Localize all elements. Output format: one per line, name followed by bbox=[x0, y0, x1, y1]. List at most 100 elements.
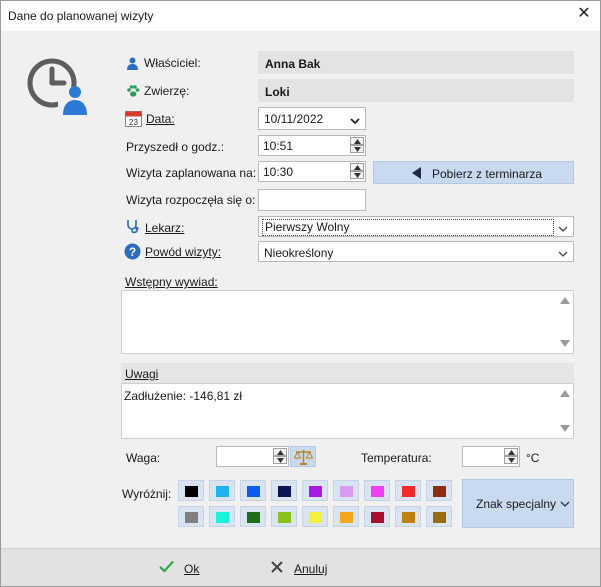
fetch-from-schedule-button[interactable]: Pobierz z terminarza bbox=[373, 161, 574, 184]
color-swatch-fill bbox=[185, 512, 198, 523]
color-swatch[interactable] bbox=[302, 506, 328, 527]
color-swatch[interactable] bbox=[271, 480, 297, 501]
color-swatch-fill bbox=[402, 486, 415, 497]
reason-label: Powód wizyty: bbox=[145, 245, 222, 259]
date-picker[interactable]: 10/11/2022 bbox=[258, 107, 366, 130]
interview-textarea[interactable] bbox=[121, 290, 574, 354]
planned-time-spinner[interactable] bbox=[350, 163, 364, 179]
color-swatch[interactable] bbox=[333, 480, 359, 501]
weight-spinner[interactable] bbox=[273, 448, 287, 464]
color-swatch-fill bbox=[216, 486, 229, 497]
temperature-input[interactable] bbox=[462, 446, 520, 467]
arrived-time-value: 10:51 bbox=[263, 139, 294, 153]
calendar-icon: 23 bbox=[125, 111, 142, 127]
notes-scrollbar[interactable] bbox=[559, 386, 571, 436]
spin-down-icon[interactable] bbox=[273, 456, 287, 464]
window-title: Dane do planowanej wizyty bbox=[8, 9, 154, 23]
color-swatch-fill bbox=[247, 512, 260, 523]
arrived-label: Przyszedł o godz.: bbox=[126, 140, 225, 154]
color-swatch[interactable] bbox=[426, 506, 452, 527]
spin-up-icon[interactable] bbox=[273, 448, 287, 456]
weight-label: Waga: bbox=[126, 451, 161, 465]
color-swatch-fill bbox=[402, 512, 415, 523]
spin-down-icon[interactable] bbox=[350, 171, 364, 179]
color-swatch-fill bbox=[433, 512, 446, 523]
color-swatch-fill bbox=[309, 512, 322, 523]
color-swatch[interactable] bbox=[271, 506, 297, 527]
spin-up-icon[interactable] bbox=[350, 163, 364, 171]
color-swatch-fill bbox=[278, 486, 291, 497]
question-icon: ? bbox=[124, 243, 141, 260]
color-swatch-fill bbox=[433, 486, 446, 497]
started-label: Wizyta rozpoczęła się o: bbox=[126, 193, 256, 207]
doctor-select[interactable]: Pierwszy Wolny bbox=[258, 216, 574, 237]
owner-label: Właściciel: bbox=[144, 56, 201, 70]
spin-down-icon[interactable] bbox=[350, 145, 364, 153]
chevron-down-icon bbox=[350, 118, 360, 125]
color-swatch[interactable] bbox=[240, 480, 266, 501]
scale-icon bbox=[294, 450, 313, 465]
scroll-down-icon[interactable] bbox=[560, 340, 570, 347]
weight-input[interactable] bbox=[216, 446, 289, 467]
reason-select[interactable]: Nieokreślony bbox=[258, 241, 574, 262]
color-swatch-fill bbox=[340, 486, 353, 497]
doctor-label: Lekarz: bbox=[145, 221, 185, 235]
color-swatch[interactable] bbox=[364, 480, 390, 501]
color-swatch[interactable] bbox=[426, 480, 452, 501]
temperature-spinner[interactable] bbox=[504, 448, 518, 464]
color-swatch[interactable] bbox=[209, 480, 235, 501]
scroll-up-icon[interactable] bbox=[560, 390, 570, 397]
footer-bar: Ok Anuluj bbox=[1, 548, 600, 586]
notes-text: Zadłużenie: -146,81 zł bbox=[124, 389, 243, 403]
animal-label: Zwierzę: bbox=[144, 84, 190, 98]
notes-textarea[interactable]: Zadłużenie: -146,81 zł bbox=[121, 383, 574, 439]
date-label: Data: bbox=[146, 112, 175, 126]
ok-label: Ok bbox=[184, 562, 200, 576]
arrived-time-input[interactable]: 10:51 bbox=[258, 135, 366, 156]
color-swatch[interactable] bbox=[178, 506, 204, 527]
color-swatch[interactable] bbox=[302, 480, 328, 501]
color-swatch-fill bbox=[340, 512, 353, 523]
color-swatch-fill bbox=[216, 512, 229, 523]
color-swatch[interactable] bbox=[333, 506, 359, 527]
arrived-time-spinner[interactable] bbox=[350, 137, 364, 153]
scale-button[interactable] bbox=[290, 446, 316, 467]
doctor-value: Pierwszy Wolny bbox=[262, 219, 554, 236]
chevron-down-icon bbox=[558, 226, 568, 232]
planned-time-input[interactable]: 10:30 bbox=[258, 161, 366, 182]
reason-value: Nieokreślony bbox=[264, 246, 334, 260]
interview-label: Wstępny wywiad: bbox=[125, 275, 218, 289]
scroll-down-icon[interactable] bbox=[560, 425, 570, 432]
special-char-label: Znak specjalny bbox=[476, 497, 557, 511]
close-icon[interactable]: ✕ bbox=[576, 6, 592, 22]
color-swatch[interactable] bbox=[178, 480, 204, 501]
color-swatch-fill bbox=[371, 486, 384, 497]
cancel-label: Anuluj bbox=[294, 562, 328, 576]
chevron-down-icon bbox=[558, 251, 568, 257]
color-swatch[interactable] bbox=[395, 480, 421, 501]
scroll-up-icon[interactable] bbox=[560, 297, 570, 304]
dialog-window: Dane do planowanej wizyty ✕ Właściciel: … bbox=[0, 0, 601, 587]
paw-icon bbox=[127, 85, 140, 97]
chevron-down-icon bbox=[560, 501, 570, 507]
temperature-unit: °C bbox=[526, 451, 540, 465]
temperature-label: Temperatura: bbox=[361, 451, 432, 465]
color-swatch-fill bbox=[309, 486, 322, 497]
interview-scrollbar[interactable] bbox=[559, 293, 571, 351]
visit-clock-icon bbox=[27, 58, 88, 117]
color-swatch[interactable] bbox=[395, 506, 421, 527]
color-swatch-fill bbox=[185, 486, 198, 497]
fetch-from-schedule-label: Pobierz z terminarza bbox=[432, 167, 543, 181]
special-char-button[interactable]: Znak specjalny bbox=[462, 479, 574, 528]
spin-up-icon[interactable] bbox=[504, 448, 518, 456]
planned-label: Wizyta zaplanowana na: bbox=[126, 166, 257, 180]
checkmark-icon bbox=[159, 560, 174, 573]
spin-down-icon[interactable] bbox=[504, 456, 518, 464]
color-swatch-fill bbox=[371, 512, 384, 523]
color-swatch[interactable] bbox=[364, 506, 390, 527]
spin-up-icon[interactable] bbox=[350, 137, 364, 145]
started-time-input[interactable] bbox=[258, 189, 366, 211]
color-swatch[interactable] bbox=[209, 506, 235, 527]
color-swatch[interactable] bbox=[240, 506, 266, 527]
owner-value: Anna Bak bbox=[258, 51, 574, 74]
